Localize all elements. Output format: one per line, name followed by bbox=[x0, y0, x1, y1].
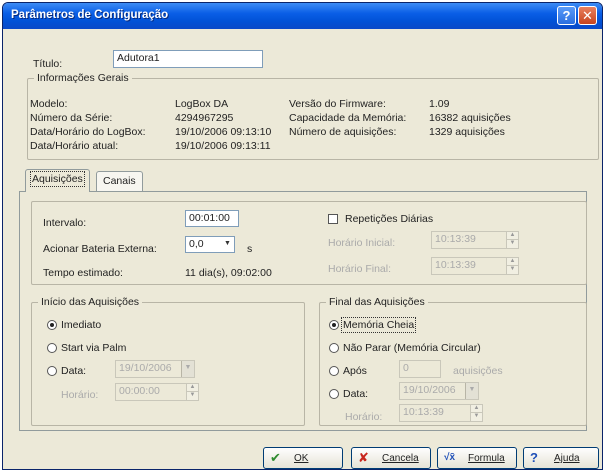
inicio-horario-input[interactable]: 00:00:00 ▲ ▼ bbox=[115, 383, 199, 401]
horario-inicial-input[interactable]: 10:13:39 ▲ ▼ bbox=[431, 231, 519, 249]
apos-radio[interactable] bbox=[329, 366, 339, 376]
final-horario-spinner[interactable]: ▲ ▼ bbox=[470, 405, 482, 421]
titulo-input[interactable]: Adutora1 bbox=[113, 50, 263, 68]
tab-aquisicoes-label: Aquisições bbox=[30, 171, 85, 187]
capacidade-label: Capacidade da Memória: bbox=[289, 112, 407, 124]
memoria-label: Memória Cheia bbox=[340, 317, 417, 333]
inicio-data-value: 19/10/2006 bbox=[119, 362, 172, 374]
title-bar: Parâmetros de Configuração ? ✕ bbox=[3, 3, 602, 29]
formula-button-label: Formula bbox=[468, 453, 505, 464]
repeticoes-checkbox[interactable] bbox=[328, 214, 338, 224]
final-data-combo[interactable]: 19/10/2006 ▼ bbox=[399, 382, 479, 400]
final-data-radio[interactable] bbox=[329, 389, 339, 399]
bateria-label: Acionar Bateria Externa: bbox=[43, 243, 157, 255]
tab-canais[interactable]: Canais bbox=[96, 171, 143, 191]
inicio-data-label: Data: bbox=[61, 365, 87, 377]
imediato-radio[interactable] bbox=[47, 320, 57, 330]
formula-icon: √x̄ bbox=[444, 452, 456, 463]
capacidade-value: 16382 aquisições bbox=[429, 112, 511, 124]
final-horario-label: Horário: bbox=[345, 411, 383, 423]
config-dialog: Parâmetros de Configuração ? ✕ Título: A… bbox=[2, 2, 603, 470]
num-aquisicoes-value: 1329 aquisições bbox=[429, 126, 505, 138]
chevron-down-icon[interactable]: ▼ bbox=[465, 383, 478, 399]
x-mark-icon: ✘ bbox=[358, 450, 369, 465]
horario-inicial-value: 10:13:39 bbox=[435, 233, 476, 245]
help-title-button[interactable]: ? bbox=[557, 6, 576, 25]
ajuda-button-label: Ajuda bbox=[554, 453, 580, 464]
inicio-data-radio[interactable] bbox=[47, 366, 57, 376]
tempo-value: 11 dia(s), 09:02:00 bbox=[185, 267, 272, 279]
tempo-label: Tempo estimado: bbox=[43, 267, 123, 279]
horario-inicial-spinner[interactable]: ▲ ▼ bbox=[506, 232, 518, 248]
repeticoes-label: Repetições Diárias bbox=[345, 213, 434, 225]
modelo-label: Modelo: bbox=[30, 98, 68, 110]
final-data-label: Data: bbox=[343, 388, 369, 400]
close-button[interactable]: ✕ bbox=[578, 6, 597, 25]
memoria-radio[interactable] bbox=[329, 320, 339, 330]
horario-inicial-label: Horário Inicial: bbox=[328, 237, 396, 249]
formula-button[interactable]: √x̄ Formula bbox=[437, 447, 517, 469]
final-horario-value: 10:13:39 bbox=[403, 406, 444, 418]
cancela-button[interactable]: ✘ Cancela bbox=[351, 447, 431, 469]
apos-input[interactable]: 0 bbox=[399, 360, 441, 378]
inicio-data-combo[interactable]: 19/10/2006 ▼ bbox=[115, 360, 195, 378]
tab-aquisicoes[interactable]: Aquisições bbox=[25, 169, 90, 192]
final-group-title: Final das Aquisições bbox=[326, 296, 428, 308]
bateria-unit: s bbox=[247, 243, 253, 255]
inicio-horario-label: Horário: bbox=[61, 389, 99, 401]
final-data-value: 19/10/2006 bbox=[403, 384, 456, 396]
info-group-title: Informações Gerais bbox=[34, 72, 132, 84]
chevron-down-icon[interactable]: ▼ bbox=[181, 361, 194, 377]
horario-final-spinner[interactable]: ▲ ▼ bbox=[506, 258, 518, 274]
inicio-horario-value: 00:00:00 bbox=[119, 385, 160, 397]
firmware-label: Versão do Firmware: bbox=[289, 98, 386, 110]
bateria-combo[interactable]: 0,0 ▼ bbox=[185, 236, 235, 253]
cancela-button-label: Cancela bbox=[382, 453, 419, 464]
data-atual-value: 19/10/2006 09:13:11 bbox=[175, 140, 271, 152]
data-atual-label: Data/Horário atual: bbox=[30, 140, 119, 152]
data-logbox-value: 19/10/2006 09:13:10 bbox=[175, 126, 272, 138]
ok-button-label: OK bbox=[294, 453, 309, 464]
intervalo-input[interactable]: 00:01:00 bbox=[185, 210, 239, 227]
ok-button[interactable]: ✔ OK bbox=[263, 447, 343, 469]
naoparar-radio[interactable] bbox=[329, 343, 339, 353]
window-title: Parâmetros de Configuração bbox=[11, 9, 169, 21]
inicio-group-title: Início das Aquisições bbox=[38, 296, 143, 308]
final-horario-input[interactable]: 10:13:39 ▲ ▼ bbox=[399, 404, 483, 422]
chevron-down-icon[interactable]: ▼ bbox=[221, 237, 234, 252]
modelo-value: LogBox DA bbox=[175, 98, 229, 110]
horario-final-label: Horário Final: bbox=[328, 263, 392, 275]
titulo-label: Título: bbox=[33, 58, 63, 70]
horario-final-value: 10:13:39 bbox=[435, 259, 476, 271]
data-logbox-label: Data/Horário do LogBox: bbox=[30, 126, 146, 138]
question-icon: ? bbox=[562, 8, 571, 23]
inicio-horario-spinner[interactable]: ▲ ▼ bbox=[186, 384, 198, 400]
question-icon: ? bbox=[530, 450, 538, 465]
checkmark-icon: ✔ bbox=[270, 450, 281, 465]
apos-unit: aquisições bbox=[453, 365, 503, 377]
intervalo-label: Intervalo: bbox=[43, 217, 87, 229]
palm-radio[interactable] bbox=[47, 343, 57, 353]
num-aquisicoes-label: Número de aquisições: bbox=[289, 126, 397, 138]
palm-label: Start via Palm bbox=[61, 342, 127, 354]
bateria-combo-value: 0,0 bbox=[189, 238, 204, 250]
serie-label: Número da Série: bbox=[30, 112, 113, 124]
naoparar-label: Não Parar (Memória Circular) bbox=[343, 342, 481, 354]
apos-label: Após bbox=[343, 365, 367, 377]
tab-canais-label: Canais bbox=[103, 175, 136, 187]
serie-value: 4294967295 bbox=[175, 112, 234, 124]
firmware-value: 1.09 bbox=[429, 98, 450, 110]
ajuda-button[interactable]: ? Ajuda bbox=[523, 447, 599, 469]
imediato-label: Imediato bbox=[61, 319, 102, 331]
close-icon: ✕ bbox=[582, 8, 593, 23]
horario-final-input[interactable]: 10:13:39 ▲ ▼ bbox=[431, 257, 519, 275]
